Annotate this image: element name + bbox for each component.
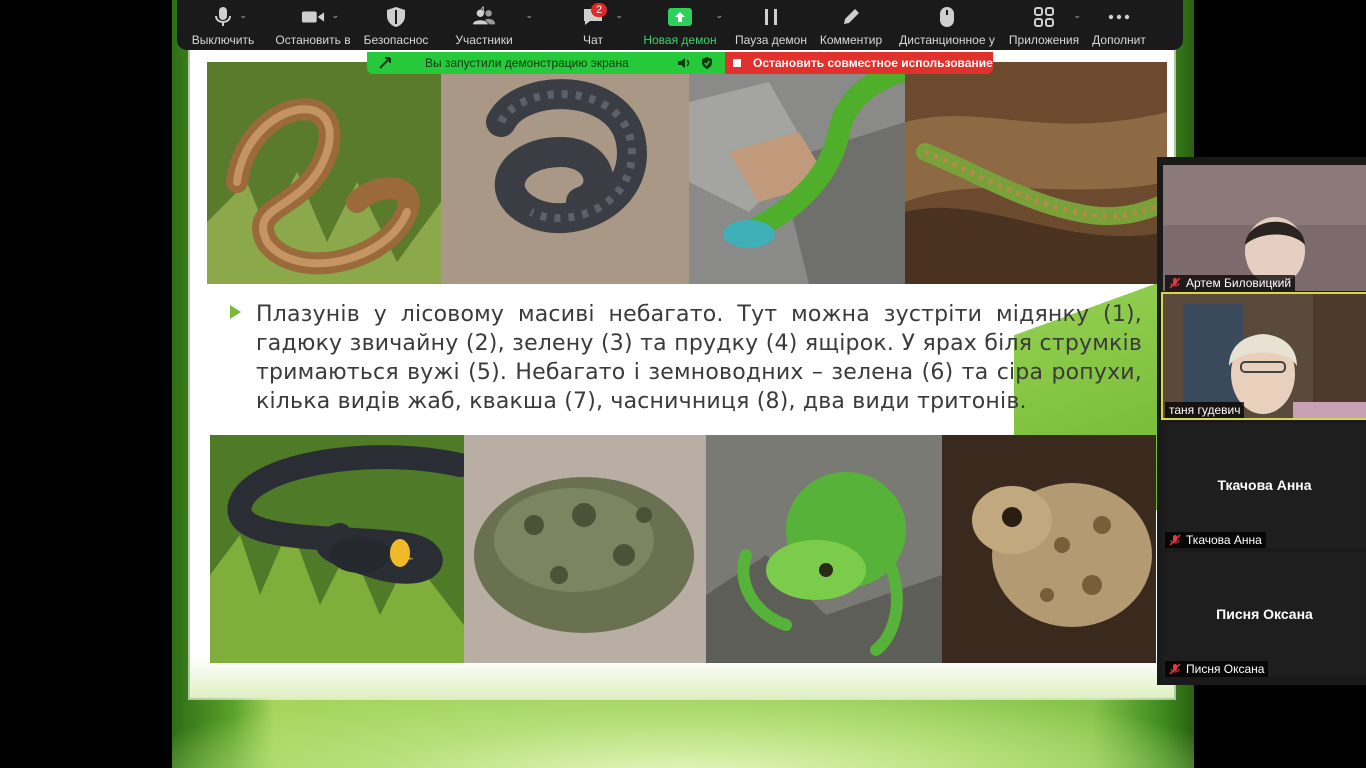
stop-share-label: Остановить совместное использование [753, 56, 993, 70]
stop-video-button[interactable]: ⌄ Остановить в [269, 0, 357, 50]
annotate-button[interactable]: Комментир [815, 0, 887, 50]
more-icon [1107, 5, 1131, 29]
bullet-arrow-icon [230, 305, 241, 319]
participant-name-tag: Артем Биловицкий [1165, 275, 1296, 291]
participant-tile-1[interactable]: Артем Биловицкий [1163, 165, 1366, 291]
pause-icon [759, 5, 783, 29]
mute-label: Выключить [191, 33, 255, 47]
apps-label: Приложения [1008, 33, 1080, 47]
participant-name: Артем Биловицкий [1186, 276, 1292, 290]
share-screen-icon [668, 5, 692, 29]
security-button[interactable]: Безопаснос [357, 0, 435, 50]
chevron-down-icon[interactable]: ⌄ [239, 10, 247, 21]
mic-muted-icon [1169, 277, 1181, 289]
participant-tile-2[interactable]: таня гудевич [1161, 292, 1366, 420]
pause-share-label: Пауза демон [735, 33, 807, 47]
participant-name: Ткачова Анна [1186, 533, 1262, 547]
stop-share-button[interactable]: Остановить совместное использование [725, 52, 993, 74]
video-camera-icon [301, 5, 325, 29]
stop-video-label: Остановить в [275, 33, 351, 47]
new-share-button[interactable]: ⌄ Новая демон [639, 0, 723, 50]
meeting-toolbar: ⌄ Выключить ⌄ Остановить в Безопаснос 4 … [177, 0, 1183, 50]
chat-badge: 2 [591, 3, 607, 17]
photo-spadefoot-toad [942, 435, 1156, 663]
chevron-down-icon[interactable]: ⌄ [715, 10, 723, 21]
shield-check-icon[interactable] [701, 56, 713, 70]
participants-button[interactable]: 4 ⌄ Участники [435, 0, 533, 50]
security-label: Безопаснос [363, 33, 429, 47]
participant-tile-3[interactable]: Ткачова Анна Ткачова Анна [1163, 423, 1366, 548]
remote-control-label: Дистанционное у [899, 33, 995, 47]
new-share-label: Новая демон [643, 33, 717, 47]
chevron-down-icon[interactable]: ⌄ [615, 10, 623, 21]
mute-button[interactable]: ⌄ Выключить [177, 0, 269, 50]
chevron-down-icon[interactable]: ⌄ [1073, 10, 1081, 21]
screen-share-banner[interactable]: Вы запустили демонстрацию экрана [367, 52, 725, 74]
chevron-down-icon[interactable]: ⌄ [525, 10, 533, 21]
microphone-icon [211, 5, 235, 29]
photo-common-adder [441, 62, 689, 284]
pencil-icon [839, 5, 863, 29]
participant-video-2 [1163, 294, 1366, 418]
chevron-down-icon[interactable]: ⌄ [331, 10, 339, 21]
apps-icon [1032, 5, 1056, 29]
photo-green-lizard [689, 62, 905, 284]
participant-video-1 [1163, 165, 1366, 291]
photo-green-toad [464, 435, 706, 663]
participant-display-name: Писня Оксана [1216, 606, 1313, 622]
annotate-label: Комментир [819, 33, 883, 47]
participant-name: таня гудевич [1169, 403, 1241, 417]
slide-background-glow [172, 688, 1194, 768]
shared-screen: Плазунів у лісовому масиві небагато. Тут… [172, 0, 1194, 768]
chat-label: Чат [583, 33, 603, 47]
participant-name: Писня Оксана [1186, 662, 1265, 676]
participant-name-tag: Писня Оксана [1165, 661, 1269, 677]
speaker-icon[interactable] [677, 57, 691, 69]
participants-video-panel: Артем Биловицкий таня гудевич Ткачова Ан… [1157, 157, 1366, 685]
photo-grass-snake [210, 435, 464, 663]
apps-button[interactable]: ⌄ Приложения [1005, 0, 1083, 50]
stop-square-icon [733, 59, 741, 67]
participant-name-tag: Ткачова Анна [1165, 532, 1266, 548]
photo-sand-lizard [905, 62, 1167, 284]
participants-label: Участники [455, 33, 513, 47]
remote-control-button[interactable]: Дистанционное у [893, 0, 1001, 50]
drag-handle-icon[interactable] [379, 57, 391, 69]
share-status-text: Вы запустили демонстрацию экрана [425, 56, 629, 70]
participants-count: 4 [479, 5, 486, 17]
slide-paragraph: Плазунів у лісовому масиві небагато. Тут… [256, 302, 1142, 414]
participant-display-name: Ткачова Анна [1217, 477, 1312, 493]
mic-muted-icon [1169, 534, 1181, 546]
participant-name-tag: таня гудевич [1165, 402, 1245, 418]
chat-button[interactable]: 2 ⌄ Чат [555, 0, 631, 50]
presentation-slide: Плазунів у лісовому масиві небагато. Тут… [190, 50, 1174, 698]
mouse-icon [935, 5, 959, 29]
participant-tile-4[interactable]: Писня Оксана Писня Оксана [1163, 552, 1366, 677]
mic-muted-icon [1169, 663, 1181, 675]
more-button[interactable]: Дополнит [1087, 0, 1151, 50]
shield-icon [384, 5, 408, 29]
slide-decoration-bottom [190, 658, 1174, 698]
pause-share-button[interactable]: Пауза демон [727, 0, 815, 50]
photo-tree-frog [706, 435, 942, 663]
photo-smooth-snake [207, 62, 441, 284]
more-label: Дополнит [1092, 33, 1146, 47]
